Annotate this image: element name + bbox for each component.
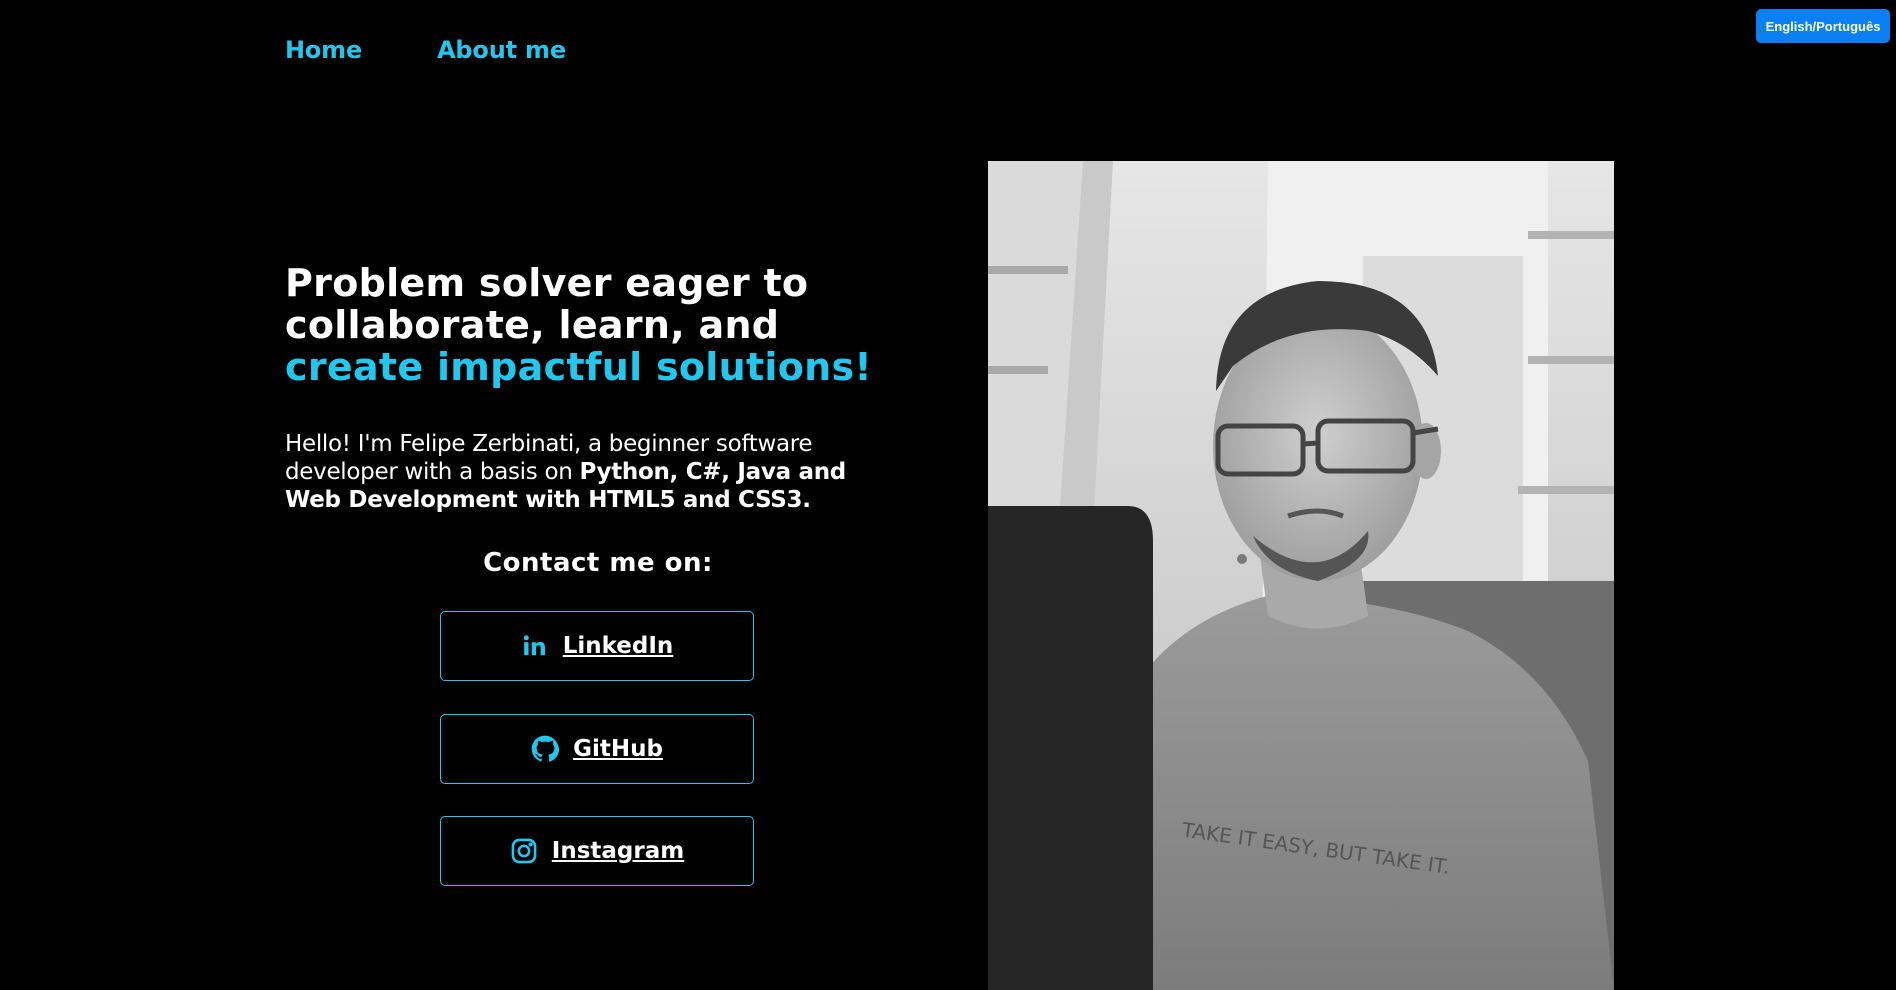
instagram-button[interactable]: Instagram [440, 816, 754, 886]
nav-home-link[interactable]: Home [285, 36, 362, 64]
page: Home About me English/Português Problem … [0, 0, 1896, 990]
hero-headline: Problem solver eager to collaborate, lea… [285, 262, 925, 388]
headline-line-1: Problem solver eager to [285, 261, 809, 305]
headline-line-2: collaborate, learn, and [285, 303, 780, 347]
instagram-label: Instagram [551, 838, 685, 864]
linkedin-button[interactable]: LinkedIn [440, 611, 754, 681]
github-label: GitHub [573, 736, 663, 762]
instagram-icon [510, 837, 538, 865]
github-icon [531, 735, 560, 763]
github-button[interactable]: GitHub [440, 714, 754, 784]
contact-title: Contact me on: [483, 548, 713, 578]
linkedin-label: LinkedIn [562, 633, 674, 659]
intro-text: Hello! I'm Felipe Zerbinati, a beginner … [285, 430, 905, 514]
top-nav: Home About me [285, 36, 566, 64]
headline-accent: create impactful solutions! [285, 345, 873, 389]
profile-photo: TAKE IT EASY, BUT TAKE IT. [988, 161, 1614, 990]
language-toggle-button[interactable]: English/Português [1756, 9, 1890, 43]
nav-about-link[interactable]: About me [437, 36, 566, 64]
linkedin-icon [521, 632, 549, 660]
profile-photo-illustration: TAKE IT EASY, BUT TAKE IT. [988, 161, 1614, 990]
